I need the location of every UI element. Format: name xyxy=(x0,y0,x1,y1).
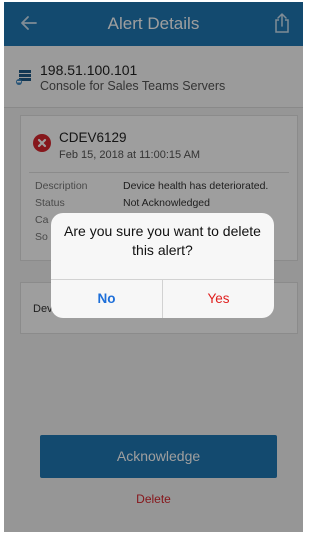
alert-details-screen: Alert Details 198.51.100.101 Console for… xyxy=(4,2,303,532)
dialog-no-button[interactable]: No xyxy=(51,280,162,318)
dialog-message: Are you sure you want to delete this ale… xyxy=(64,223,261,258)
dialog-yes-button[interactable]: Yes xyxy=(163,280,274,318)
confirm-delete-dialog: Are you sure you want to delete this ale… xyxy=(51,213,274,318)
